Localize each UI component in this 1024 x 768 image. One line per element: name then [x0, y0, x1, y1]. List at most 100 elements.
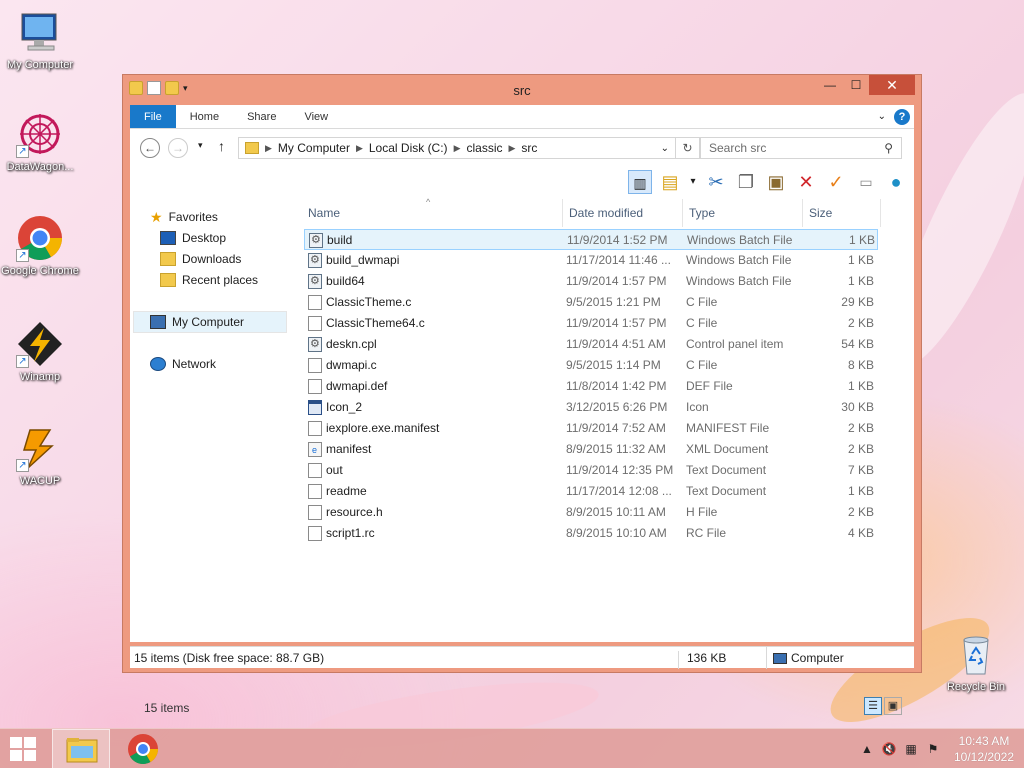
- file-size: 2 KB: [847, 442, 874, 456]
- file-icon: [308, 421, 322, 436]
- desktop-icon-google-chrome[interactable]: ↗ Google Chrome: [0, 214, 80, 278]
- rename-field-icon[interactable]: ▭: [854, 170, 878, 194]
- file-row[interactable]: dwmapi.def 11/8/2014 1:42 PM DEF File 1 KB: [304, 376, 878, 397]
- breadcrumb-separator-icon[interactable]: ▶: [454, 143, 461, 154]
- file-row[interactable]: Icon_2 3/12/2015 6:26 PM Icon 30 KB: [304, 397, 878, 418]
- tab-file[interactable]: File: [130, 105, 176, 128]
- start-button[interactable]: [10, 737, 38, 761]
- file-row[interactable]: build_dwmapi 11/17/2014 11:46 ... Windows …: [304, 250, 878, 271]
- breadcrumb-separator-icon[interactable]: ▶: [509, 143, 516, 154]
- column-divider[interactable]: [562, 199, 563, 227]
- details-view-button[interactable]: ☰: [864, 697, 882, 715]
- minimize-button[interactable]: —: [817, 75, 843, 95]
- breadcrumb-separator-icon[interactable]: ▶: [356, 143, 363, 154]
- file-size: 54 KB: [841, 337, 874, 351]
- column-header-type[interactable]: Type: [689, 203, 799, 223]
- forward-button[interactable]: →: [168, 138, 188, 158]
- recent-locations-chevron-icon[interactable]: ▾: [198, 140, 203, 151]
- tab-home[interactable]: Home: [176, 105, 233, 128]
- shortcut-arrow-icon: ↗: [16, 145, 29, 158]
- desktop-icon-datawagon[interactable]: ↗ DataWagon...: [0, 110, 80, 174]
- close-button[interactable]: ✕: [869, 75, 915, 95]
- file-size: 7 KB: [847, 463, 874, 477]
- file-type: MANIFEST File: [686, 421, 770, 435]
- rename-check-icon[interactable]: ✓: [824, 170, 848, 194]
- explorer-content: ★ Favorites Desktop Downloads Recent pla…: [130, 197, 914, 715]
- tab-view[interactable]: View: [290, 105, 342, 128]
- file-row[interactable]: build 11/9/2014 1:52 PM Windows Batch File…: [304, 229, 878, 251]
- preview-pane-button[interactable]: ▥: [628, 170, 652, 194]
- recent-places-icon: [160, 273, 176, 287]
- file-date: 11/9/2014 12:35 PM: [566, 463, 674, 477]
- column-divider[interactable]: [802, 199, 803, 227]
- delete-icon[interactable]: ✕: [794, 170, 818, 194]
- desktop-icon: [160, 231, 176, 245]
- file-row[interactable]: ClassicTheme64.c 11/9/2014 1:57 PM C File 2…: [304, 313, 878, 334]
- file-row[interactable]: build64 11/9/2014 1:57 PM Windows Batch Fi…: [304, 271, 878, 292]
- file-row[interactable]: dwmapi.c 9/5/2015 1:14 PM C File 8 KB: [304, 355, 878, 376]
- taskbar-chrome[interactable]: [114, 729, 172, 768]
- column-header-date[interactable]: Date modified: [569, 203, 679, 223]
- title-bar[interactable]: ▾ src — ☐ ✕: [123, 75, 921, 105]
- taskbar-file-explorer[interactable]: [52, 729, 110, 768]
- file-row[interactable]: manifest 8/9/2015 11:32 AM XML Document 2 K…: [304, 439, 878, 461]
- file-size: 2 KB: [847, 421, 874, 435]
- nav-downloads[interactable]: Downloads: [160, 249, 241, 269]
- globe-icon[interactable]: ●: [884, 170, 908, 194]
- clock[interactable]: 10:43 AM 10/12/2022: [944, 733, 1024, 765]
- column-header-name[interactable]: Name: [308, 203, 558, 223]
- tab-share[interactable]: Share: [233, 105, 290, 128]
- nav-my-computer[interactable]: My Computer: [150, 312, 244, 332]
- breadcrumb-classic[interactable]: classic: [460, 141, 508, 155]
- large-icons-view-button[interactable]: ▣: [884, 697, 902, 715]
- desktop-icon-winamp[interactable]: ↗ Winamp: [0, 320, 80, 384]
- expand-ribbon-icon[interactable]: ⌄: [878, 111, 886, 122]
- file-row[interactable]: ClassicTheme.c 9/5/2015 1:21 PM C File 29 K…: [304, 292, 878, 313]
- file-row[interactable]: readme 11/17/2014 12:08 ... Text Document 1…: [304, 481, 878, 502]
- computer-icon: [773, 652, 787, 664]
- paste-icon[interactable]: ▣: [764, 170, 788, 194]
- file-icon: [308, 505, 322, 520]
- column-divider[interactable]: [880, 199, 881, 227]
- show-hidden-icons-icon[interactable]: ▲: [858, 742, 876, 756]
- action-center-icon[interactable]: ⚑: [924, 742, 942, 756]
- properties-folder-icon[interactable]: ▤: [658, 170, 682, 194]
- file-row[interactable]: deskn.cpl 11/9/2014 4:51 AM Control panel …: [304, 334, 878, 355]
- nav-recent-places[interactable]: Recent places: [160, 270, 258, 290]
- file-type: Windows Batch File: [686, 253, 792, 267]
- network-status-icon[interactable]: ▦: [902, 742, 920, 756]
- ribbon-tabs: File Home Share View ⌄ ?: [130, 105, 914, 129]
- copy-icon[interactable]: ❐: [734, 170, 758, 194]
- view-switcher: ☰ ▣: [864, 697, 902, 715]
- nav-favorites[interactable]: ★ Favorites: [150, 207, 218, 227]
- address-box[interactable]: ▶ My Computer ▶ Local Disk (C:) ▶ classi…: [238, 137, 676, 159]
- file-row[interactable]: resource.h 8/9/2015 10:11 AM H File 2 KB: [304, 502, 878, 523]
- nav-desktop[interactable]: Desktop: [160, 228, 226, 248]
- search-input[interactable]: Search src ⚲: [700, 137, 902, 159]
- address-dropdown-icon[interactable]: ⌄: [661, 143, 669, 154]
- volume-muted-icon[interactable]: 🔇: [880, 742, 898, 756]
- back-button[interactable]: ←: [140, 138, 160, 158]
- chrome-icon: ↗: [16, 214, 64, 262]
- cut-icon[interactable]: ✂: [704, 170, 728, 194]
- file-row[interactable]: out 11/9/2014 12:35 PM Text Document 7 KB: [304, 460, 878, 481]
- file-row[interactable]: iexplore.exe.manifest 11/9/2014 7:52 AM MA…: [304, 418, 878, 439]
- navigation-pane: ★ Favorites Desktop Downloads Recent pla…: [130, 197, 290, 622]
- breadcrumb-my-computer[interactable]: My Computer: [272, 141, 356, 155]
- nav-network[interactable]: Network: [150, 354, 216, 374]
- refresh-button[interactable]: ↻: [676, 137, 700, 159]
- help-icon[interactable]: ?: [894, 108, 910, 125]
- file-type: Windows Batch File: [686, 274, 792, 288]
- maximize-button[interactable]: ☐: [843, 75, 869, 95]
- desktop-icon-my-computer[interactable]: My Computer: [0, 8, 80, 72]
- file-row[interactable]: script1.rc 8/9/2015 10:10 AM RC File 4 KB: [304, 523, 878, 544]
- desktop-icon-recycle-bin[interactable]: Recycle Bin: [936, 630, 1016, 694]
- up-button[interactable]: ↑: [218, 138, 225, 154]
- column-divider[interactable]: [682, 199, 683, 227]
- desktop-icon-wacup[interactable]: ↗ WACUP: [0, 424, 80, 488]
- breadcrumb-src[interactable]: src: [515, 141, 543, 155]
- file-date: 11/9/2014 4:51 AM: [566, 337, 666, 351]
- column-header-size[interactable]: Size: [809, 203, 879, 223]
- options-chevron-icon[interactable]: ▾: [688, 170, 698, 194]
- breadcrumb-local-disk[interactable]: Local Disk (C:): [363, 141, 454, 155]
